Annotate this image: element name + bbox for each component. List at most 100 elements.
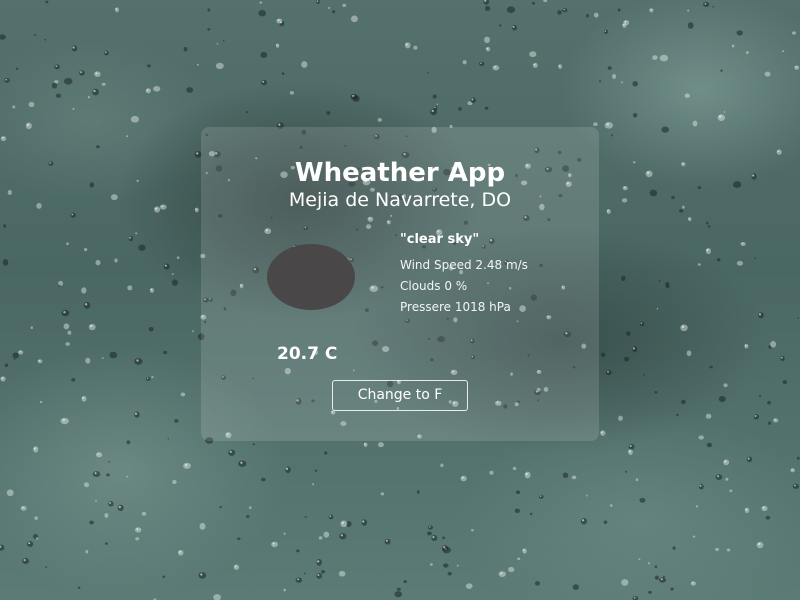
raindrop <box>498 571 506 577</box>
raindrop <box>715 547 720 551</box>
raindrop <box>12 105 16 109</box>
raindrop <box>690 581 696 586</box>
location-label: Mejia de Navarrete, DO <box>288 189 512 211</box>
raindrop <box>4 363 8 368</box>
raindrop-highlight <box>762 506 765 509</box>
raindrop <box>767 400 771 405</box>
raindrop <box>258 9 267 17</box>
weather-description: "clear sky" <box>400 232 480 247</box>
raindrop <box>260 477 266 482</box>
raindrop-highlight <box>646 171 650 174</box>
raindrop <box>621 579 629 586</box>
raindrop <box>688 217 692 222</box>
raindrop <box>723 111 726 113</box>
raindrop <box>756 541 764 549</box>
raindrop <box>352 95 360 102</box>
raindrop <box>89 182 95 188</box>
raindrop <box>672 546 676 550</box>
raindrop <box>34 34 37 36</box>
raindrop <box>625 470 628 473</box>
raindrop <box>632 81 638 87</box>
raindrop-highlight <box>624 20 627 23</box>
raindrop-highlight <box>754 415 757 417</box>
raindrop <box>28 101 35 108</box>
raindrop-highlight <box>525 472 528 476</box>
raindrop <box>340 520 348 528</box>
raindrop <box>377 118 382 122</box>
temperature-value: 20.7 C <box>277 344 338 364</box>
raindrop <box>427 72 429 74</box>
raindrop-highlight <box>90 324 93 328</box>
raindrop <box>764 71 771 77</box>
raindrop <box>649 8 654 13</box>
raindrop <box>174 419 179 423</box>
raindrop-highlight <box>623 186 626 189</box>
raindrop-highlight <box>632 347 635 350</box>
raindrop <box>83 482 90 488</box>
raindrop <box>484 6 491 11</box>
raindrop <box>396 587 401 591</box>
raindrop <box>758 312 764 319</box>
raindrop <box>281 72 285 75</box>
raindrop-highlight <box>240 461 243 464</box>
raindrop <box>524 471 531 479</box>
wind-speed-text: Wind Speed 2.48 m/s <box>400 258 528 272</box>
raindrop <box>681 399 686 405</box>
raindrop-highlight <box>84 303 88 306</box>
raindrop <box>79 70 85 76</box>
raindrop <box>238 460 247 467</box>
raindrop <box>484 106 489 110</box>
raindrop-highlight <box>94 472 97 475</box>
raindrop <box>271 541 278 548</box>
raindrop-highlight <box>285 467 289 470</box>
raindrop-highlight <box>297 578 300 581</box>
raindrop <box>60 417 69 425</box>
raindrop <box>647 562 651 565</box>
raindrop <box>283 588 286 592</box>
raindrop <box>725 477 729 481</box>
raindrop <box>432 94 437 99</box>
raindrop <box>604 29 608 34</box>
raindrop-highlight <box>115 8 118 10</box>
raindrop <box>436 103 438 106</box>
raindrop <box>676 413 679 417</box>
raindrop-highlight <box>563 8 565 11</box>
raindrop <box>697 186 702 190</box>
raindrop <box>295 577 303 583</box>
raindrop <box>692 120 698 127</box>
raindrop-highlight <box>628 450 631 453</box>
raindrop <box>285 466 291 474</box>
raindrop <box>183 47 188 52</box>
raindrop <box>94 71 101 77</box>
raindrop <box>440 463 444 468</box>
raindrop <box>514 508 521 514</box>
raindrop <box>470 97 476 104</box>
raindrop <box>92 471 101 478</box>
raindrop-highlight <box>129 236 132 239</box>
raindrop <box>216 42 219 45</box>
raindrop <box>572 584 579 590</box>
raindrop-highlight <box>136 528 139 531</box>
raindrop <box>219 506 222 509</box>
raindrop <box>312 483 315 486</box>
raindrop <box>316 573 323 579</box>
raindrop <box>222 39 225 42</box>
raindrop-highlight <box>717 475 720 478</box>
raindrop <box>628 443 635 450</box>
raindrop-highlight <box>719 115 722 118</box>
raindrop-highlight <box>329 515 332 517</box>
raindrop-highlight <box>134 412 138 415</box>
raindrop-highlight <box>109 501 112 504</box>
raindrop <box>318 536 323 540</box>
raindrop <box>715 474 723 480</box>
raindrop <box>652 55 658 60</box>
raindrop-highlight <box>72 46 75 49</box>
raindrop <box>759 394 762 397</box>
raindrop <box>622 23 627 28</box>
raindrop-highlight <box>745 508 748 511</box>
raindrop <box>680 324 688 332</box>
raindrop-highlight <box>780 356 783 359</box>
raindrop <box>754 257 757 260</box>
raindrop-highlight <box>777 150 780 153</box>
change-unit-button[interactable]: Change to F <box>332 380 468 411</box>
